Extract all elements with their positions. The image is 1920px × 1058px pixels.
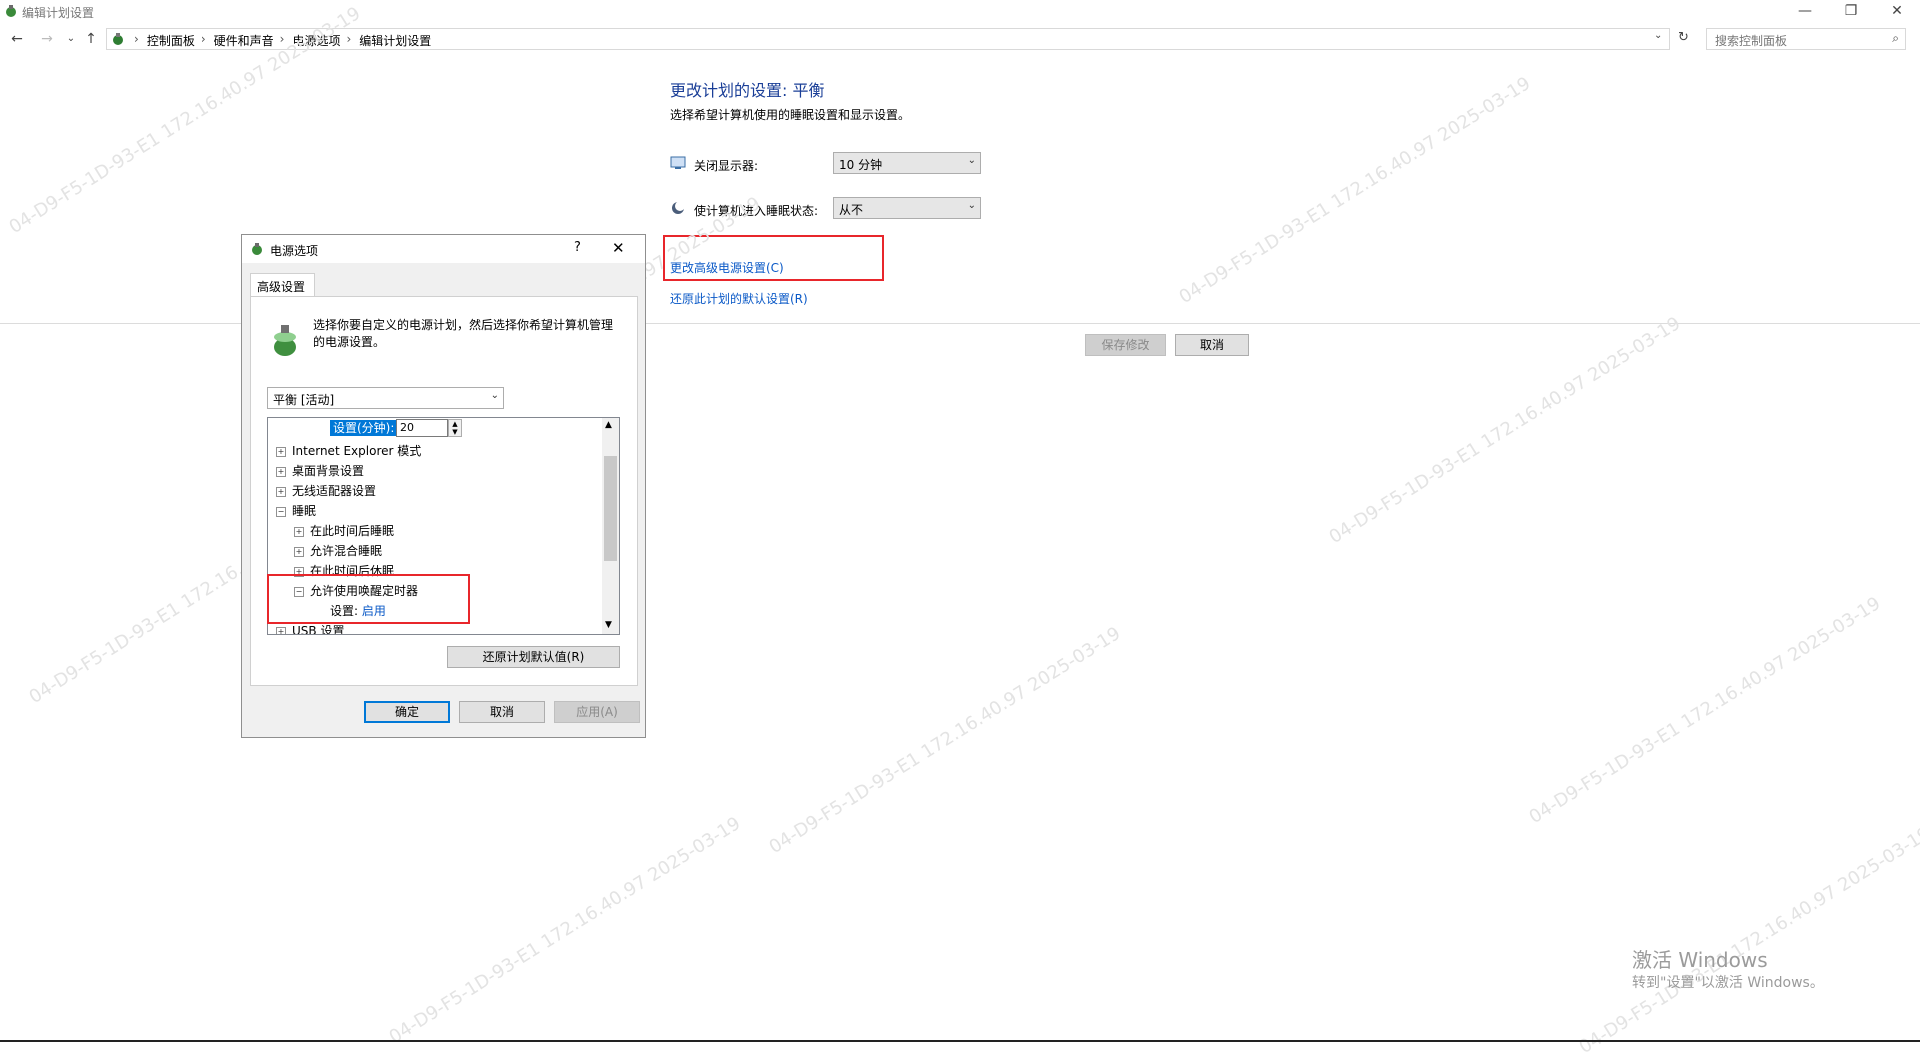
expand-icon[interactable]: +: [294, 546, 304, 557]
forward-button[interactable]: →: [36, 28, 58, 50]
apply-button[interactable]: 应用(A): [554, 701, 640, 723]
search-icon[interactable]: ⌕: [1892, 31, 1899, 46]
page-title: 更改计划的设置: 平衡: [670, 81, 825, 100]
search-input[interactable]: 搜索控制面板 ⌕: [1706, 28, 1906, 50]
cancel-button[interactable]: 取消: [1175, 334, 1249, 356]
tree-item[interactable]: + Internet Explorer 模式: [276, 442, 421, 459]
address-dropdown-chevron-icon[interactable]: ⌄: [1654, 30, 1662, 41]
setting-minutes-label: 设置(分钟):: [330, 420, 398, 436]
dialog-title-bar[interactable]: 电源选项 ? ✕: [242, 235, 645, 263]
dialog-cancel-button[interactable]: 取消: [459, 701, 545, 723]
tree-item-label: Internet Explorer 模式: [292, 444, 422, 458]
battery-plan-icon: [274, 325, 296, 356]
close-window-button[interactable]: ✕: [1874, 0, 1920, 24]
chevron-down-icon: ⌄: [967, 200, 976, 211]
display-off-label: 关闭显示器:: [694, 159, 759, 173]
setting-minutes-input[interactable]: 20: [396, 419, 448, 437]
watermark: 04-D9-F5-1D-93-E1 172.16.40.97 2025-03-1…: [1175, 73, 1535, 308]
tree-item[interactable]: + 在此时间后睡眠: [294, 522, 394, 539]
plan-select-value: 平衡 [活动]: [273, 393, 335, 407]
tree-item[interactable]: + 允许混合睡眠: [294, 542, 382, 559]
watermark: 04-D9-F5-1D-93-E1 172.16.40.97 2025-03-1…: [1325, 313, 1685, 548]
watermark: 04-D9-F5-1D-93-E1 172.16.40.97 2025-03-1…: [1575, 823, 1920, 1058]
display-off-select[interactable]: 10 分钟 ⌄: [833, 152, 981, 174]
expand-icon[interactable]: +: [276, 446, 286, 457]
setting-minutes-value: 20: [400, 421, 414, 434]
breadcrumb-hardware-sound[interactable]: 硬件和声音: [214, 32, 274, 49]
tree-item-label: 睡眠: [292, 504, 317, 518]
tree-item[interactable]: + 桌面背景设置: [276, 462, 364, 479]
chevron-down-icon: ⌄: [967, 155, 976, 166]
control-panel-icon: [113, 33, 123, 45]
breadcrumb-separator-icon: ›: [346, 32, 352, 46]
display-off-value: 10 分钟: [839, 158, 883, 172]
restore-button[interactable]: ❐: [1828, 0, 1874, 24]
dialog-title: 电源选项: [270, 244, 319, 258]
expand-icon[interactable]: +: [276, 486, 286, 497]
breadcrumb-separator-icon: ›: [134, 32, 139, 46]
minimize-button[interactable]: —: [1782, 0, 1828, 24]
minutes-spinner[interactable]: ▲ ▼: [448, 419, 462, 437]
page-subtitle: 选择希望计算机使用的睡眠设置和显示设置。: [670, 108, 911, 122]
power-options-icon: [6, 5, 16, 17]
tree-item-label: 桌面背景设置: [292, 464, 365, 478]
activation-title: 激活 Windows: [1632, 948, 1768, 972]
save-changes-button[interactable]: 保存修改: [1085, 334, 1166, 356]
scroll-down-icon[interactable]: ▼: [605, 620, 612, 630]
tree-item-label: 在此时间后睡眠: [310, 524, 395, 538]
monitor-icon: [670, 156, 686, 169]
scroll-up-icon[interactable]: ▲: [605, 420, 612, 430]
refresh-icon[interactable]: ↻: [1678, 30, 1689, 45]
recent-locations-chevron-icon[interactable]: ⌄: [60, 28, 82, 50]
chevron-down-icon: ⌄: [490, 390, 499, 401]
back-button[interactable]: ←: [6, 28, 28, 50]
tab-advanced-settings[interactable]: 高级设置: [250, 273, 315, 297]
ok-button[interactable]: 确定: [364, 701, 450, 723]
tree-item-label: USB 设置: [292, 624, 345, 635]
watermark: 04-D9-F5-1D-93-E1 172.16.40.97 2025-03-1…: [385, 813, 745, 1048]
restore-plan-defaults-button[interactable]: 还原计划默认值(R): [447, 646, 620, 668]
dialog-description: 选择你要自定义的电源计划，然后选择你希望计算机管理的电源设置。: [313, 318, 614, 349]
expand-icon[interactable]: +: [276, 466, 286, 477]
restore-defaults-link[interactable]: 还原此计划的默认设置(R): [670, 290, 808, 307]
watermark: 04-D9-F5-1D-93-E1 172.16.40.97 2025-03-1…: [1525, 593, 1885, 828]
tree-item-label: 允许混合睡眠: [310, 544, 383, 558]
up-button[interactable]: ↑: [80, 28, 102, 50]
watermark: 04-D9-F5-1D-93-E1 172.16.40.97 2025-03-1…: [765, 623, 1125, 858]
tree-item[interactable]: − 睡眠: [276, 502, 316, 519]
tree-item-label: 无线适配器设置: [292, 484, 377, 498]
power-options-icon: [252, 243, 262, 255]
breadcrumb-separator-icon: ›: [200, 32, 206, 46]
title-bar: 编辑计划设置 — ❐ ✕: [0, 0, 1920, 24]
sleep-value: 从不: [839, 203, 864, 217]
advanced-power-settings-link[interactable]: 更改高级电源设置(C): [670, 259, 784, 276]
tree-item[interactable]: + 无线适配器设置: [276, 482, 376, 499]
moon-icon: [672, 201, 685, 214]
tree-scrollbar[interactable]: ▲ ▼: [602, 418, 619, 634]
scrollbar-thumb[interactable]: [604, 456, 617, 561]
highlight-box: [267, 574, 470, 624]
help-button[interactable]: ?: [574, 240, 581, 255]
expand-icon[interactable]: +: [276, 626, 286, 634]
collapse-icon[interactable]: −: [276, 506, 286, 517]
search-placeholder: 搜索控制面板: [1715, 34, 1788, 48]
expand-icon[interactable]: +: [294, 526, 304, 537]
breadcrumb-control-panel[interactable]: 控制面板: [147, 32, 195, 49]
window-title: 编辑计划设置: [22, 6, 95, 20]
breadcrumb-edit-plan[interactable]: 编辑计划设置: [359, 32, 431, 49]
dialog-close-button[interactable]: ✕: [612, 239, 625, 257]
plan-select[interactable]: 平衡 [活动] ⌄: [267, 387, 504, 409]
power-options-dialog: 电源选项 ? ✕ 高级设置 选择你要自定义的电源计划，然后选择你希望计算机管理的…: [241, 234, 646, 738]
sleep-select[interactable]: 从不 ⌄: [833, 197, 981, 219]
activation-subtitle[interactable]: 转到"设置"以激活 Windows。: [1632, 972, 1824, 992]
